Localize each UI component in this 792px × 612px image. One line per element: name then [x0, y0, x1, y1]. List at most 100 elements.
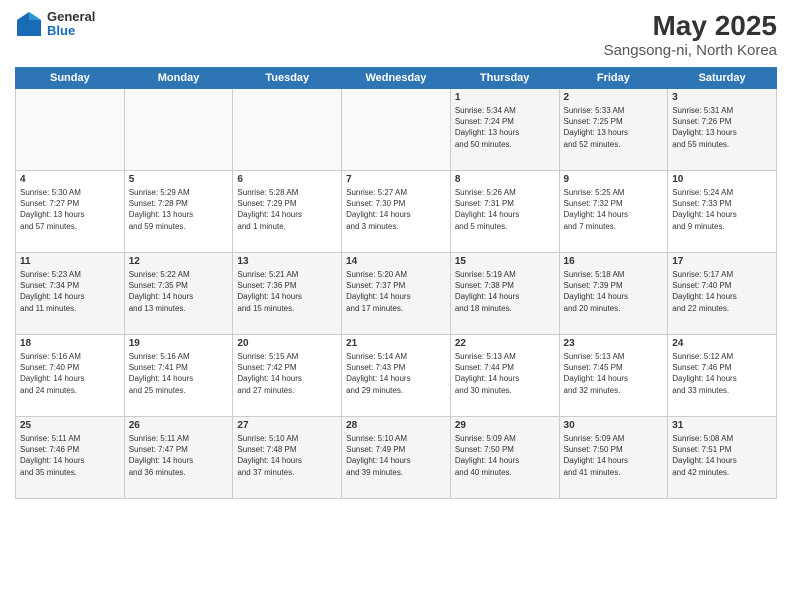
- calendar-cell-w0-d1: [124, 89, 233, 171]
- calendar-cell-w2-d4: 15 Sunrise: 5:19 AM Sunset: 7:38 PM Dayli…: [450, 253, 559, 335]
- day-number-24: 24: [672, 338, 772, 349]
- day-info-23: Sunrise: 5:13 AM Sunset: 7:45 PM Dayligh…: [564, 351, 664, 396]
- weekday-header-row: Sunday Monday Tuesday Wednesday Thursday…: [16, 68, 777, 89]
- day-number-2: 2: [564, 92, 664, 103]
- day-number-26: 26: [129, 420, 229, 431]
- header-thursday: Thursday: [450, 68, 559, 89]
- calendar-cell-w1-d4: 8Sunrise: 5:26 AM Sunset: 7:31 PM Daylig…: [450, 171, 559, 253]
- day-number-27: 27: [237, 420, 337, 431]
- day-number-22: 22: [455, 338, 555, 349]
- day-number-14: 14: [346, 256, 446, 267]
- day-info-25: Sunrise: 5:11 AM Sunset: 7:46 PM Dayligh…: [20, 433, 120, 478]
- calendar-cell-w4-d5: 30 Sunrise: 5:09 AM Sunset: 7:50 PM Dayli…: [559, 417, 668, 499]
- day-info-12: Sunrise: 5:22 AM Sunset: 7:35 PM Dayligh…: [129, 269, 229, 314]
- calendar-cell-w1-d3: 7 Sunrise: 5:27 AM Sunset: 7:30 PM Daylig…: [342, 171, 451, 253]
- day-number-31: 31: [672, 420, 772, 431]
- calendar-cell-w0-d6: 3 Sunrise: 5:31 AM Sunset: 7:26 PM Daylig…: [668, 89, 777, 171]
- calendar-cell-w2-d6: 17 Sunrise: 5:17 AM Sunset: 7:40 PM Dayli…: [668, 253, 777, 335]
- day-number-18: 18: [20, 338, 120, 349]
- calendar-cell-w3-d6: 24 Sunrise: 5:12 AM Sunset: 7:46 PM Dayli…: [668, 335, 777, 417]
- day-number-28: 28: [346, 420, 446, 431]
- day-number-13: 13: [237, 256, 337, 267]
- day-number-3: 3: [672, 92, 772, 103]
- day-number-10: 10: [672, 174, 772, 185]
- day-info-9: Sunrise: 5:25 AM Sunset: 7:32 PM Dayligh…: [564, 187, 664, 232]
- calendar-cell-w3-d4: 22 Sunrise: 5:13 AM Sunset: 7:44 PM Dayli…: [450, 335, 559, 417]
- day-number-15: 15: [455, 256, 555, 267]
- day-number-30: 30: [564, 420, 664, 431]
- day-info-20: Sunrise: 5:15 AM Sunset: 7:42 PM Dayligh…: [237, 351, 337, 396]
- title-location: Sangsong-ni, North Korea: [604, 42, 777, 59]
- day-number-21: 21: [346, 338, 446, 349]
- calendar-cell-w2-d3: 14 Sunrise: 5:20 AM Sunset: 7:37 PM Dayli…: [342, 253, 451, 335]
- logo-general-text: General: [47, 10, 95, 24]
- day-info-19: Sunrise: 5:16 AM Sunset: 7:41 PM Dayligh…: [129, 351, 229, 396]
- week-row-4: 25Sunrise: 5:11 AM Sunset: 7:46 PM Dayli…: [16, 417, 777, 499]
- day-info-27: Sunrise: 5:10 AM Sunset: 7:48 PM Dayligh…: [237, 433, 337, 478]
- week-row-3: 18Sunrise: 5:16 AM Sunset: 7:40 PM Dayli…: [16, 335, 777, 417]
- day-info-7: Sunrise: 5:27 AM Sunset: 7:30 PM Dayligh…: [346, 187, 446, 232]
- day-info-5: Sunrise: 5:29 AM Sunset: 7:28 PM Dayligh…: [129, 187, 229, 232]
- logo-text: General Blue: [47, 10, 95, 39]
- day-info-30: Sunrise: 5:09 AM Sunset: 7:50 PM Dayligh…: [564, 433, 664, 478]
- day-info-13: Sunrise: 5:21 AM Sunset: 7:36 PM Dayligh…: [237, 269, 337, 314]
- calendar-cell-w3-d3: 21 Sunrise: 5:14 AM Sunset: 7:43 PM Dayli…: [342, 335, 451, 417]
- week-row-1: 4 Sunrise: 5:30 AM Sunset: 7:27 PM Daylig…: [16, 171, 777, 253]
- calendar-cell-w2-d1: 12 Sunrise: 5:22 AM Sunset: 7:35 PM Dayli…: [124, 253, 233, 335]
- day-info-21: Sunrise: 5:14 AM Sunset: 7:43 PM Dayligh…: [346, 351, 446, 396]
- day-info-4: Sunrise: 5:30 AM Sunset: 7:27 PM Dayligh…: [20, 187, 120, 232]
- day-number-19: 19: [129, 338, 229, 349]
- day-info-14: Sunrise: 5:20 AM Sunset: 7:37 PM Dayligh…: [346, 269, 446, 314]
- calendar-cell-w4-d3: 28 Sunrise: 5:10 AM Sunset: 7:49 PM Dayli…: [342, 417, 451, 499]
- calendar-cell-w2-d5: 16Sunrise: 5:18 AM Sunset: 7:39 PM Dayli…: [559, 253, 668, 335]
- day-number-7: 7: [346, 174, 446, 185]
- calendar-cell-w3-d1: 19 Sunrise: 5:16 AM Sunset: 7:41 PM Dayli…: [124, 335, 233, 417]
- header-saturday: Saturday: [668, 68, 777, 89]
- day-info-3: Sunrise: 5:31 AM Sunset: 7:26 PM Dayligh…: [672, 105, 772, 150]
- calendar-cell-w3-d2: 20 Sunrise: 5:15 AM Sunset: 7:42 PM Dayli…: [233, 335, 342, 417]
- calendar-cell-w1-d5: 9 Sunrise: 5:25 AM Sunset: 7:32 PM Daylig…: [559, 171, 668, 253]
- header-tuesday: Tuesday: [233, 68, 342, 89]
- calendar-cell-w1-d2: 6 Sunrise: 5:28 AM Sunset: 7:29 PM Daylig…: [233, 171, 342, 253]
- header-monday: Monday: [124, 68, 233, 89]
- calendar-cell-w4-d4: 29 Sunrise: 5:09 AM Sunset: 7:50 PM Dayli…: [450, 417, 559, 499]
- calendar-cell-w0-d3: [342, 89, 451, 171]
- day-number-20: 20: [237, 338, 337, 349]
- day-number-9: 9: [564, 174, 664, 185]
- day-info-10: Sunrise: 5:24 AM Sunset: 7:33 PM Dayligh…: [672, 187, 772, 232]
- header-friday: Friday: [559, 68, 668, 89]
- calendar: Sunday Monday Tuesday Wednesday Thursday…: [15, 67, 777, 499]
- day-number-11: 11: [20, 256, 120, 267]
- logo-blue-text: Blue: [47, 24, 95, 38]
- day-info-6: Sunrise: 5:28 AM Sunset: 7:29 PM Dayligh…: [237, 187, 337, 232]
- day-info-17: Sunrise: 5:17 AM Sunset: 7:40 PM Dayligh…: [672, 269, 772, 314]
- day-number-5: 5: [129, 174, 229, 185]
- day-number-23: 23: [564, 338, 664, 349]
- calendar-cell-w0-d0: [16, 89, 125, 171]
- title-section: May 2025 Sangsong-ni, North Korea: [604, 10, 777, 59]
- header-sunday: Sunday: [16, 68, 125, 89]
- day-number-8: 8: [455, 174, 555, 185]
- day-info-1: Sunrise: 5:34 AM Sunset: 7:24 PM Dayligh…: [455, 105, 555, 150]
- calendar-cell-w4-d6: 31Sunrise: 5:08 AM Sunset: 7:51 PM Dayli…: [668, 417, 777, 499]
- day-info-16: Sunrise: 5:18 AM Sunset: 7:39 PM Dayligh…: [564, 269, 664, 314]
- day-info-15: Sunrise: 5:19 AM Sunset: 7:38 PM Dayligh…: [455, 269, 555, 314]
- week-row-0: 1 Sunrise: 5:34 AM Sunset: 7:24 PM Daylig…: [16, 89, 777, 171]
- calendar-cell-w3-d5: 23 Sunrise: 5:13 AM Sunset: 7:45 PM Dayli…: [559, 335, 668, 417]
- day-info-29: Sunrise: 5:09 AM Sunset: 7:50 PM Dayligh…: [455, 433, 555, 478]
- calendar-cell-w1-d6: 10 Sunrise: 5:24 AM Sunset: 7:33 PM Dayli…: [668, 171, 777, 253]
- day-info-11: Sunrise: 5:23 AM Sunset: 7:34 PM Dayligh…: [20, 269, 120, 314]
- calendar-cell-w1-d0: 4 Sunrise: 5:30 AM Sunset: 7:27 PM Daylig…: [16, 171, 125, 253]
- day-number-17: 17: [672, 256, 772, 267]
- day-number-12: 12: [129, 256, 229, 267]
- day-number-1: 1: [455, 92, 555, 103]
- day-number-4: 4: [20, 174, 120, 185]
- day-info-22: Sunrise: 5:13 AM Sunset: 7:44 PM Dayligh…: [455, 351, 555, 396]
- day-number-6: 6: [237, 174, 337, 185]
- week-row-2: 11 Sunrise: 5:23 AM Sunset: 7:34 PM Dayli…: [16, 253, 777, 335]
- calendar-cell-w2-d2: 13 Sunrise: 5:21 AM Sunset: 7:36 PM Dayli…: [233, 253, 342, 335]
- day-number-29: 29: [455, 420, 555, 431]
- calendar-cell-w3-d0: 18Sunrise: 5:16 AM Sunset: 7:40 PM Dayli…: [16, 335, 125, 417]
- day-info-28: Sunrise: 5:10 AM Sunset: 7:49 PM Dayligh…: [346, 433, 446, 478]
- day-info-24: Sunrise: 5:12 AM Sunset: 7:46 PM Dayligh…: [672, 351, 772, 396]
